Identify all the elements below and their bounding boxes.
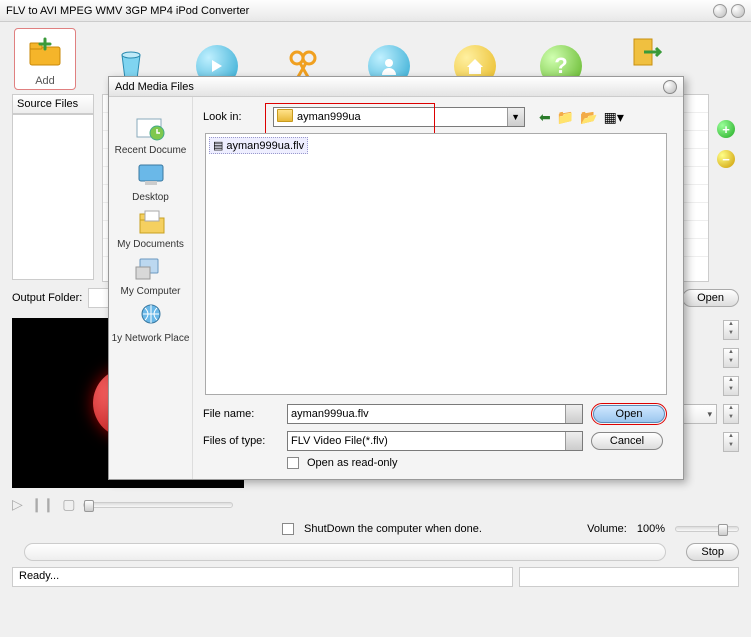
nav-newfolder-icon[interactable]: 📂 — [580, 109, 597, 126]
add-folder-icon — [24, 31, 66, 73]
spinner-2[interactable]: ▲▼ — [723, 348, 739, 368]
add-label: Add — [35, 75, 55, 87]
dialog-open-button[interactable]: Open — [593, 405, 665, 423]
open-output-button[interactable]: Open — [682, 289, 739, 307]
source-files-panel: Source Files — [12, 94, 94, 282]
add-file-button[interactable]: + — [717, 120, 735, 138]
nav-up-icon[interactable]: 📁 — [557, 109, 574, 126]
file-item[interactable]: ▤ ayman999ua.flv — [209, 137, 308, 154]
place-recent[interactable]: Recent Docume — [115, 113, 187, 156]
spinner-4[interactable]: ▲▼ — [723, 404, 739, 424]
place-network[interactable]: 1y Network Place — [112, 301, 190, 344]
play-control-icon[interactable]: ▷ — [12, 496, 23, 513]
pause-control-icon[interactable]: ❙❙ — [31, 496, 54, 513]
spinner-1[interactable]: ▲▼ — [723, 320, 739, 340]
recent-icon — [132, 113, 168, 143]
look-in-label: Look in: — [203, 111, 265, 123]
source-files-list[interactable] — [12, 114, 94, 280]
volume-label: Volume: — [587, 523, 627, 535]
look-in-combo[interactable]: ayman999ua ▼ — [273, 107, 525, 127]
dialog-close-button[interactable] — [663, 80, 677, 94]
nav-back-icon[interactable]: ⬅ — [539, 109, 551, 126]
titlebar: FLV to AVI MPEG WMV 3GP MP4 iPod Convert… — [0, 0, 751, 22]
add-button[interactable]: Add — [14, 28, 76, 90]
dialog-cancel-button[interactable]: Cancel — [591, 432, 663, 450]
filetype-select[interactable]: FLV Video File(*.flv)▼ — [287, 431, 583, 451]
desktop-icon — [133, 160, 169, 190]
filename-label: File name: — [203, 408, 279, 420]
progress-bar — [24, 543, 666, 561]
shutdown-checkbox[interactable] — [282, 523, 294, 535]
place-mydocs[interactable]: My Documents — [117, 207, 184, 250]
readonly-label: Open as read-only — [307, 457, 398, 469]
app-title: FLV to AVI MPEG WMV 3GP MP4 iPod Convert… — [6, 5, 249, 17]
status-text: Ready... — [12, 567, 513, 587]
file-list[interactable]: ▤ ayman999ua.flv — [205, 133, 667, 395]
dialog-title: Add Media Files — [115, 81, 194, 93]
folder-icon — [277, 109, 297, 125]
output-folder-label: Output Folder: — [12, 292, 82, 304]
network-icon — [133, 301, 169, 331]
stop-control-icon[interactable]: ▢ — [62, 496, 75, 513]
remove-file-button[interactable]: − — [717, 150, 735, 168]
volume-slider[interactable] — [675, 526, 739, 532]
filename-input[interactable]: ayman999ua.flv▼ — [287, 404, 583, 424]
annotation-open: Open — [591, 403, 667, 425]
readonly-checkbox[interactable] — [287, 457, 299, 469]
spinner-3[interactable]: ▲▼ — [723, 376, 739, 396]
dialog-titlebar[interactable]: Add Media Files — [109, 77, 683, 97]
volume-value: 100% — [637, 523, 665, 535]
file-icon: ▤ — [213, 139, 223, 152]
source-files-header: Source Files — [12, 94, 94, 114]
shutdown-label: ShutDown the computer when done. — [304, 523, 482, 535]
playback-bar: ▷ ❙❙ ▢ — [0, 492, 751, 517]
stop-button[interactable]: Stop — [686, 543, 739, 561]
exit-icon — [626, 31, 668, 73]
status-right — [519, 567, 739, 587]
place-desktop[interactable]: Desktop — [132, 160, 169, 203]
mydocs-icon — [133, 207, 169, 237]
close-button[interactable] — [731, 4, 745, 18]
nav-views-icon[interactable]: ▦▾ — [604, 109, 624, 126]
mycomp-icon — [132, 254, 168, 284]
filetype-label: Files of type: — [203, 435, 279, 447]
places-bar: Recent Docume Desktop My Documents My Co… — [109, 97, 193, 479]
minimize-button[interactable] — [713, 4, 727, 18]
place-mycomp[interactable]: My Computer — [120, 254, 180, 297]
spinner-5[interactable]: ▲▼ — [723, 432, 739, 452]
seek-slider[interactable] — [83, 502, 233, 508]
add-media-dialog: Add Media Files Recent Docume Desktop — [108, 76, 684, 480]
